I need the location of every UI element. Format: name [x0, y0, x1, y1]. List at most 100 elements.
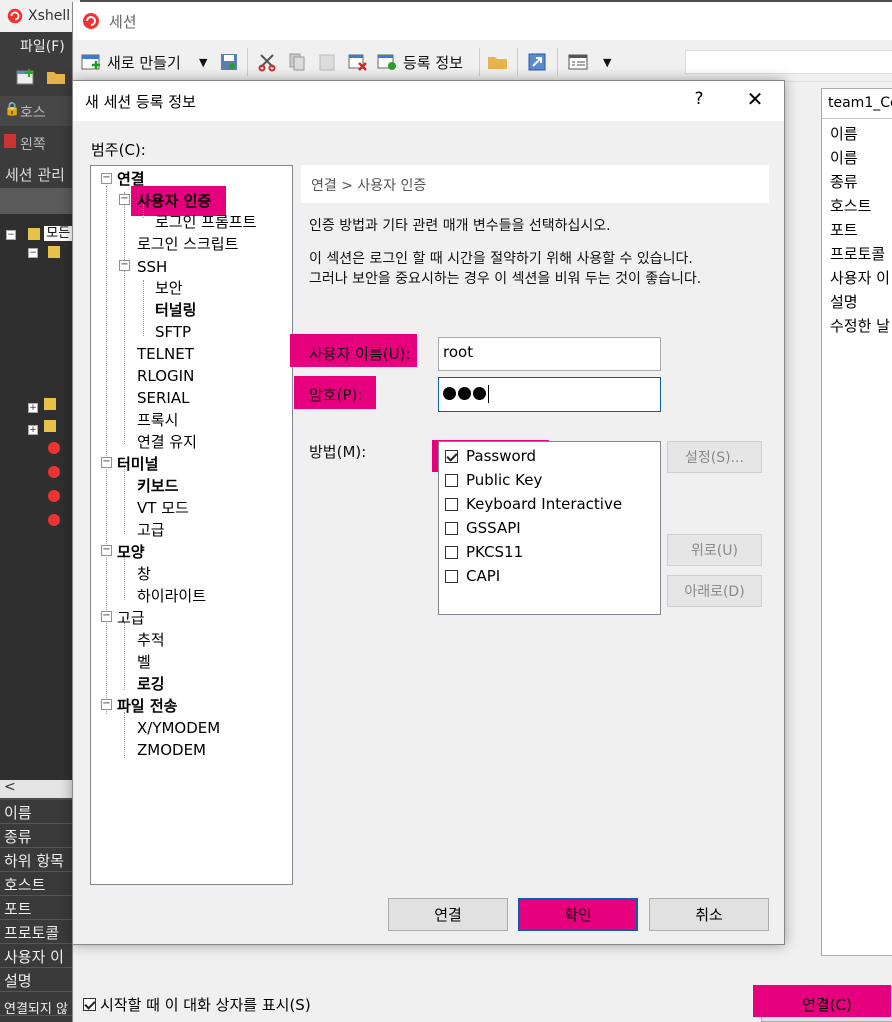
connect-button[interactable]: 연결(C) — [753, 985, 892, 1022]
tree-item-keepalive[interactable]: 연결 유지 — [137, 432, 197, 452]
cut-icon[interactable] — [257, 50, 277, 74]
properties-button[interactable]: 등록 정보 — [377, 50, 463, 74]
new-dropdown-icon[interactable]: ▼ — [199, 50, 207, 74]
tree-item-proxy[interactable]: 프록시 — [137, 410, 178, 430]
tree-item-advanced[interactable]: 고급 — [117, 608, 145, 628]
tree-item-highlight[interactable]: 하이라이트 — [137, 586, 206, 606]
tree-item-login-prompt[interactable]: 로그인 프롬프트 — [155, 212, 256, 232]
collapse-icon[interactable]: − — [119, 194, 130, 205]
checkbox-icon[interactable] — [445, 449, 458, 463]
tree-folder[interactable]: − — [28, 244, 61, 262]
tree-item-serial[interactable]: SERIAL — [137, 388, 189, 408]
copy-icon[interactable] — [287, 50, 307, 74]
property-label: 프로토콜 — [830, 245, 886, 263]
session-item[interactable] — [48, 514, 60, 532]
tree-folder[interactable]: + — [28, 420, 56, 438]
method-capi[interactable]: CAPI — [445, 566, 500, 586]
left-icon — [4, 134, 16, 148]
tree-folder[interactable]: + — [28, 398, 56, 416]
checkbox-icon[interactable] — [445, 497, 458, 511]
tree-item-logging[interactable]: 로깅 — [137, 674, 165, 694]
tree-item-connection[interactable]: 연결 — [117, 169, 145, 189]
tree-item-appearance[interactable]: 모양 — [117, 542, 145, 562]
open-folder-icon[interactable] — [46, 68, 66, 86]
tree-item-window[interactable]: 창 — [137, 564, 151, 584]
view-dropdown-icon[interactable]: ▼ — [603, 50, 611, 74]
close-button[interactable]: ✕ — [743, 87, 767, 111]
move-down-button[interactable]: 아래로(D) — [667, 575, 762, 607]
cancel-button[interactable]: 취소 — [649, 898, 769, 931]
collapse-icon[interactable]: − — [101, 545, 112, 556]
new-session-button[interactable]: 새로 만들기 — [81, 50, 181, 74]
password-dot — [443, 387, 456, 400]
method-password[interactable]: Password — [445, 446, 536, 466]
checkbox-icon[interactable] — [445, 569, 458, 583]
settings-button[interactable]: 설정(S)... — [667, 441, 762, 473]
collapse-icon[interactable]: − — [101, 611, 112, 622]
tree-item-ssh[interactable]: SSH — [137, 257, 167, 277]
move-up-button[interactable]: 위로(U) — [667, 534, 762, 566]
tree-item-login-script[interactable]: 로그인 스크립트 — [137, 234, 238, 254]
folder-icon[interactable] — [487, 50, 509, 74]
method-gssapi[interactable]: GSSAPI — [445, 518, 521, 538]
tree-item-security[interactable]: 보안 — [155, 278, 183, 298]
prop-row: 설명 — [0, 968, 80, 992]
method-pkcs11[interactable]: PKCS11 — [445, 542, 523, 562]
tree-item-file-transfer[interactable]: 파일 전송 — [117, 696, 177, 716]
startup-checkbox[interactable]: 시작할 때 이 대화 상자를 표시(S) — [83, 994, 311, 1015]
method-keyboard-interactive[interactable]: Keyboard Interactive — [445, 494, 622, 514]
session-item[interactable] — [48, 466, 60, 484]
xshell-logo-icon — [83, 13, 99, 29]
tree-item-bell[interactable]: 벨 — [137, 652, 151, 672]
password-input[interactable] — [438, 377, 661, 412]
method-label-pkcs11: PKCS11 — [466, 543, 524, 561]
session-item[interactable] — [48, 442, 60, 460]
checkbox-icon[interactable] — [83, 998, 96, 1011]
tree-item-telnet[interactable]: TELNET — [137, 344, 194, 364]
menu-file[interactable]: 파일(F) — [0, 32, 80, 58]
checkbox-icon[interactable] — [445, 473, 458, 487]
help-button[interactable]: ? — [689, 89, 709, 109]
tree-root[interactable]: − 모든 — [6, 222, 73, 241]
properties-icon — [377, 54, 396, 70]
delete-icon[interactable] — [347, 50, 369, 74]
ok-button[interactable]: 확인 — [518, 898, 638, 931]
shortcut-icon[interactable] — [527, 50, 547, 74]
tree-item-xymodem[interactable]: X/YMODEM — [137, 718, 220, 738]
connect-button[interactable]: 연결 — [388, 898, 508, 931]
collapse-icon[interactable]: − — [101, 457, 112, 468]
tree-item-sftp[interactable]: SFTP — [155, 322, 191, 342]
collapse-icon[interactable]: − — [101, 699, 112, 710]
paste-icon[interactable] — [317, 50, 337, 74]
tree-item-trace[interactable]: 추적 — [137, 630, 165, 650]
checkbox-icon[interactable] — [445, 545, 458, 559]
scroll-left-button[interactable]: < — [4, 779, 16, 795]
horizontal-scrollbar[interactable]: < — [0, 779, 80, 798]
checkbox-icon[interactable] — [445, 521, 458, 535]
session-search[interactable] — [0, 188, 80, 214]
session-item[interactable] — [48, 490, 60, 508]
property-label: 설명 — [830, 293, 858, 311]
tree-item-rlogin[interactable]: RLOGIN — [137, 366, 194, 386]
username-input[interactable]: root — [438, 337, 661, 371]
host-bar: 🔒 호스 — [0, 96, 80, 126]
save-icon[interactable] — [219, 50, 239, 74]
tree-item-keyboard[interactable]: 키보드 — [137, 476, 178, 496]
connect-label: 연결(C) — [802, 995, 852, 1014]
tree-item-zmodem[interactable]: ZMODEM — [137, 740, 206, 760]
tree-item-tunneling[interactable]: 터널링 — [155, 300, 196, 320]
toolbar-separator — [517, 48, 518, 76]
tree-item-user-auth[interactable]: 사용자 인증 — [137, 191, 211, 211]
tree-item-terminal-advanced[interactable]: 고급 — [137, 520, 165, 540]
session-manager-header: 세션 관리 — [0, 160, 80, 188]
method-public-key[interactable]: Public Key — [445, 470, 542, 490]
view-icon[interactable] — [567, 50, 589, 74]
tree-item-vt-mode[interactable]: VT 모드 — [137, 498, 189, 518]
collapse-icon[interactable]: − — [119, 260, 130, 271]
collapse-icon[interactable]: − — [101, 173, 112, 184]
tree-item-terminal[interactable]: 터미널 — [117, 454, 158, 474]
new-session-icon[interactable] — [16, 68, 36, 86]
toolbar-search-input[interactable] — [685, 50, 892, 74]
category-tree: − 연결 − 사용자 인증 로그인 프롬프트 로그인 스크립트 − SSH 보안… — [90, 165, 293, 885]
session-window-footer: 시작할 때 이 대화 상자를 표시(S) 연결(C) — [73, 962, 892, 1022]
